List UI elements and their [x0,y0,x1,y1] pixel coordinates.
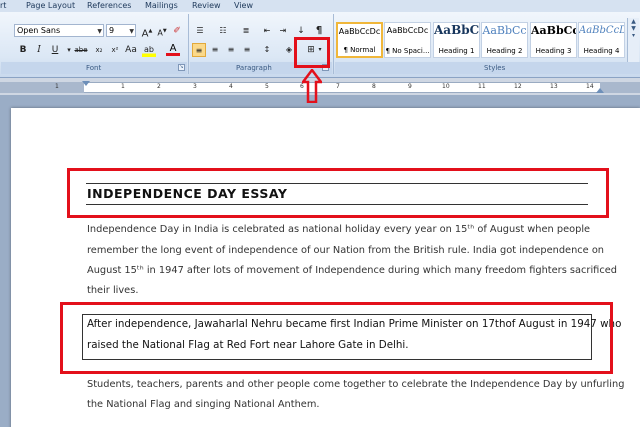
underline-button[interactable]: U [48,43,62,57]
styles-gallery: AaBbCcDc ¶ Normal AaBbCcDc ¶ No Spaci...… [336,17,626,62]
paragraph-1-line: August 15ᵗʰ in 1947 after lots of moveme… [87,265,617,276]
style-name: Heading 2 [486,47,523,55]
ribbon-tabs: rt Page Layout References Mailings Revie… [0,0,640,12]
title-highlight-box [67,168,609,218]
numbering-icon[interactable]: ☷ [216,24,230,38]
align-right-icon[interactable]: ≡ [224,43,238,57]
style-sample: AaBbCcDc [386,26,429,35]
paragraph-highlight-box [60,302,613,374]
style-sample: AaBbCc [482,24,527,37]
chevron-down-icon[interactable]: ▼ [97,26,102,37]
line-spacing-icon[interactable]: ↕ [260,43,274,57]
style-normal[interactable]: AaBbCcDc ¶ Normal [336,22,383,58]
tab-page-layout[interactable]: Page Layout [26,1,75,10]
ruler-number: 3 [193,83,197,90]
tab-insert[interactable]: rt [0,1,6,10]
group-divider [188,14,189,74]
style-name: Heading 4 [583,47,620,55]
style-sample: AaBbCcDc [338,27,381,36]
style-sample: AaBbC [434,23,479,37]
style-heading-3[interactable]: AaBbCc Heading 3 [530,22,577,58]
ruler-number: 1 [55,83,59,90]
paragraph-1-line: remember the long event of independence … [87,245,605,256]
ruler-number: 8 [372,83,376,90]
tab-review[interactable]: Review [192,1,221,10]
chevron-down-icon[interactable]: ▼ [129,26,134,37]
style-heading-2[interactable]: AaBbCc Heading 2 [481,22,528,58]
style-sample: AaBbCcD [579,25,624,36]
increase-indent-icon[interactable]: ⇥ [276,24,290,38]
tab-view[interactable]: View [234,1,253,10]
strikethrough-button[interactable]: abe [72,43,90,57]
show-formatting-button[interactable]: ¶ [312,24,326,38]
decrease-indent-icon[interactable]: ⇤ [260,24,274,38]
ruler-number: 5 [265,83,269,90]
change-case-icon[interactable]: Aa [124,43,138,57]
style-heading-4[interactable]: AaBbCcD Heading 4 [578,22,625,58]
arrow-up-icon [302,69,322,103]
font-dialog-launcher[interactable]: ↘ [178,64,185,71]
style-name: Heading 1 [438,47,475,55]
paragraph-group-label: Paragraph [236,64,272,72]
align-left-icon[interactable]: ≡ [192,43,206,57]
group-divider [333,14,334,74]
ruler-number: 10 [442,83,450,90]
grow-font-icon[interactable]: A▲ [140,24,154,39]
font-name-field[interactable]: Open Sans ▼ [14,24,104,37]
ruler-left-margin [0,82,84,93]
styles-scroll[interactable]: ▲ ▼ ▾ [627,18,639,62]
align-center-icon[interactable]: ≡ [208,43,222,57]
borders-button-highlight [294,37,330,68]
font-color-button[interactable]: A [166,43,180,56]
ruler-number: 2 [157,83,161,90]
style-name: Heading 3 [535,47,572,55]
clear-format-icon[interactable]: ✐ [170,24,184,38]
ruler-number: 11 [478,83,486,90]
ruler-number: 1 [121,83,125,90]
superscript-button[interactable]: x² [108,43,122,57]
font-group-label: Font [86,64,102,72]
tab-mailings[interactable]: Mailings [145,1,178,10]
paragraph-1-line: Independence Day in India is celebrated … [87,224,591,235]
right-indent-marker[interactable] [596,88,604,93]
ruler-number: 12 [514,83,522,90]
chevron-down-icon[interactable]: ▼ [628,25,639,32]
indent-marker[interactable] [82,81,90,86]
bullets-icon[interactable]: ☰ [193,24,207,38]
paragraph-3-line: the National Flag and singing National A… [87,399,320,410]
style-sample: AaBbCc [531,24,576,37]
font-size-field[interactable]: 9 ▼ [106,24,136,37]
highlight-button[interactable]: ab [142,43,156,57]
ruler-right-margin [600,82,640,93]
multilevel-list-icon[interactable]: ≣ [239,24,253,38]
style-name: ¶ Normal [343,46,376,54]
style-no-spacing[interactable]: AaBbCcDc ¶ No Spaci... [384,22,431,58]
justify-icon[interactable]: ≡ [240,43,254,57]
paragraph-3-line: Students, teachers, parents and other pe… [87,379,625,390]
tab-references[interactable]: References [87,1,131,10]
paragraph-1-line: their lives. [87,285,139,296]
bold-button[interactable]: B [16,43,30,57]
italic-button[interactable]: I [32,43,46,57]
ruler-number: 9 [408,83,412,90]
font-name-value: Open Sans [17,26,61,35]
styles-group-label: Styles [484,64,506,72]
chevron-up-icon[interactable]: ▲ [628,18,639,25]
more-icon[interactable]: ▾ [628,32,639,39]
sort-icon[interactable]: ↓ [294,24,308,38]
font-size-value: 9 [109,26,115,35]
style-heading-1[interactable]: AaBbC Heading 1 [433,22,480,58]
ruler-number: 7 [336,83,340,90]
ruler-number: 13 [550,83,558,90]
shrink-font-icon[interactable]: A▼ [155,24,169,38]
style-name: ¶ No Spaci... [385,47,430,55]
ruler-number: 4 [229,83,233,90]
subscript-button[interactable]: x₂ [92,43,106,57]
ruler-number: 14 [586,83,594,90]
